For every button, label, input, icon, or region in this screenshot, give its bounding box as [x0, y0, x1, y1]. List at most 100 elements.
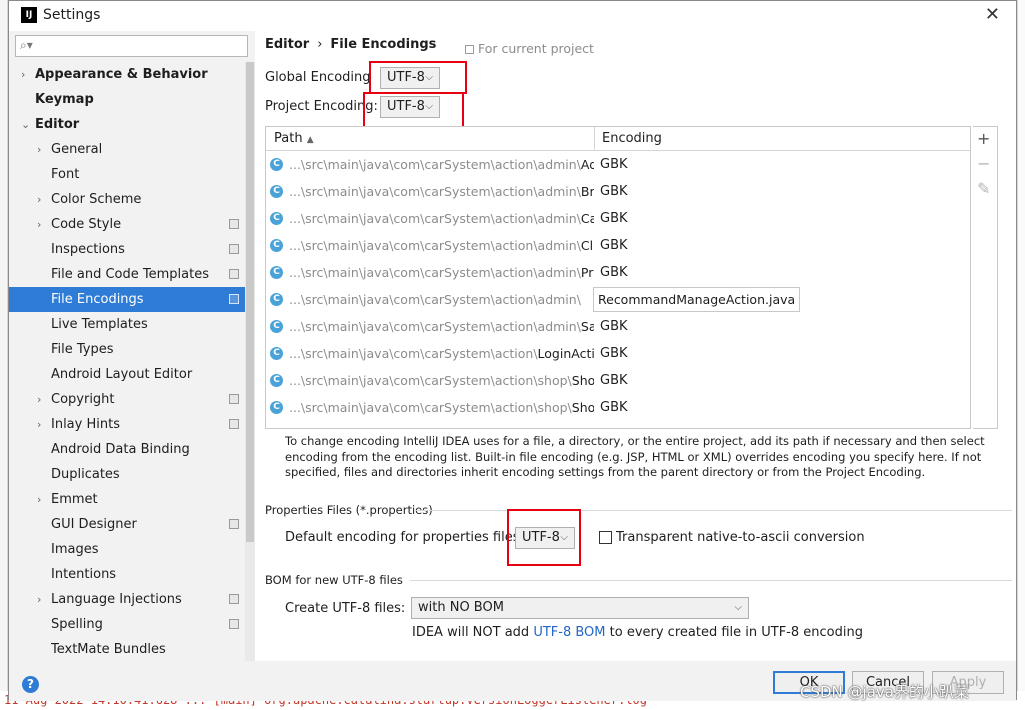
encoding-cell[interactable]: GBK [600, 205, 628, 232]
file-path-cell[interactable]: ...\src\main\java\com\carSystem\action\L… [289, 340, 594, 367]
sidebar-item-label: Font [51, 167, 80, 182]
edit-icon[interactable]: ✎ [977, 179, 990, 198]
chevron-right-icon[interactable]: › [37, 137, 49, 162]
sidebar-item-label: General [51, 142, 103, 157]
sidebar-item[interactable]: › Copyright [9, 387, 245, 412]
sidebar-item[interactable]: › General [9, 137, 245, 162]
sidebar-item-label: Android Data Binding [51, 442, 190, 457]
table-row[interactable]: C ...\src\main\java\com\carSystem\action\… [266, 259, 961, 286]
chevron-right-icon[interactable]: › [21, 62, 33, 87]
table-row[interactable]: C ...\src\main\java\com\carSystem\action\… [266, 232, 961, 259]
native-to-ascii-checkbox[interactable] [599, 531, 612, 544]
file-path-cell[interactable]: ...\src\main\java\com\carSystem\action\a… [289, 313, 594, 340]
project-encoding-label: Project Encoding: [265, 99, 378, 114]
help-icon[interactable]: ? [22, 676, 39, 693]
encoding-cell[interactable]: GBK [600, 178, 628, 205]
encoding-cell[interactable]: GBK [600, 367, 628, 394]
sidebar-item[interactable]: Images [9, 537, 245, 562]
sidebar-scrollbar[interactable] [245, 62, 255, 661]
file-path-cell[interactable]: ...\src\main\java\com\carSystem\action\a… [289, 151, 594, 178]
table-row[interactable]: C ...\src\main\java\com\carSystem\action\… [266, 394, 961, 421]
bom-option-combo[interactable]: with NO BOM ⌵ [411, 597, 749, 619]
bom-note-before: IDEA will NOT add [412, 625, 534, 640]
sidebar-item[interactable]: › Appearance & Behavior [9, 62, 245, 87]
table-row[interactable]: C ...\src\main\java\com\carSystem\action\… [266, 313, 961, 340]
path-column-header[interactable]: Path ▲ [274, 127, 314, 151]
table-row[interactable]: C ...\src\main\java\com\carSystem\action\… [266, 340, 961, 367]
file-path-cell[interactable]: ...\src\main\java\com\carSystem\action\a… [289, 178, 594, 205]
file-path-cell[interactable]: ...\src\main\java\com\carSystem\action\a… [289, 286, 594, 313]
breadcrumb-parent[interactable]: Editor [265, 37, 309, 52]
file-path-cell[interactable]: ...\src\main\java\com\carSystem\action\a… [289, 205, 594, 232]
encoding-column-header[interactable]: Encoding [602, 127, 662, 151]
close-icon[interactable]: ✕ [985, 4, 1000, 25]
sidebar-item-label: TextMate Bundles [51, 642, 166, 657]
sidebar-item[interactable]: Inspections [9, 237, 245, 262]
file-directory: ...\src\main\java\com\carSystem\action\a… [289, 238, 581, 253]
sidebar-item[interactable]: › Emmet [9, 487, 245, 512]
sidebar-item[interactable]: ⌄ Editor [9, 112, 245, 137]
sidebar-item[interactable]: File Types [9, 337, 245, 362]
encoding-cell[interactable]: GBK [600, 313, 628, 340]
encoding-cell[interactable]: GBK [600, 394, 628, 421]
chevron-right-icon[interactable]: › [37, 487, 49, 512]
titlebar: IJ Settings ✕ [9, 1, 1016, 31]
file-path-cell[interactable]: ...\src\main\java\com\carSystem\action\s… [289, 367, 594, 394]
search-input[interactable]: ⌕▾ [15, 35, 248, 57]
project-scope-icon [229, 594, 239, 604]
intellij-logo-icon: IJ [21, 7, 37, 23]
encoding-cell[interactable]: GBK [600, 340, 628, 367]
java-class-icon: C [270, 239, 283, 252]
settings-tree: › Appearance & Behavior Keymap ⌄ Editor › Gene… [9, 62, 245, 662]
sidebar-item[interactable]: GUI Designer [9, 512, 245, 537]
project-scope-icon [229, 269, 239, 279]
sidebar-item[interactable]: Live Templates [9, 312, 245, 337]
sidebar-item[interactable]: Duplicates [9, 462, 245, 487]
sidebar-item[interactable]: TextMate Bundles [9, 637, 245, 662]
table-row[interactable]: C ...\src\main\java\com\carSystem\action\… [266, 286, 961, 313]
sidebar-item[interactable]: › Inlay Hints [9, 412, 245, 437]
sidebar-scrollbar-thumb[interactable] [246, 62, 254, 542]
chevron-right-icon[interactable]: › [37, 187, 49, 212]
breadcrumb: Editor › File Encodings [265, 37, 436, 52]
sidebar-item[interactable]: File and Code Templates [9, 262, 245, 287]
sidebar-item[interactable]: File Encodings [9, 287, 245, 312]
file-path-cell[interactable]: ...\src\main\java\com\carSystem\action\a… [289, 259, 594, 286]
sidebar-item[interactable]: › Language Injections [9, 587, 245, 612]
remove-icon[interactable]: − [977, 154, 990, 173]
java-class-icon: C [270, 158, 283, 171]
table-row[interactable]: C ...\src\main\java\com\carSystem\action\… [266, 151, 961, 178]
table-row[interactable]: C ...\src\main\java\com\carSystem\action\… [266, 178, 961, 205]
sidebar-item[interactable]: Spelling [9, 612, 245, 637]
project-scope-icon [229, 419, 239, 429]
file-path-cell[interactable]: ...\src\main\java\com\carSystem\action\s… [289, 394, 594, 421]
encoding-cell[interactable]: GBK [600, 232, 628, 259]
sidebar-item-label: Code Style [51, 217, 122, 232]
table-row[interactable]: C ...\src\main\java\com\carSystem\action\… [266, 367, 961, 394]
file-name: Admi [580, 157, 594, 172]
chevron-right-icon[interactable]: › [37, 212, 49, 237]
bom-note: IDEA will NOT add UTF-8 BOM to every cre… [412, 625, 863, 640]
sidebar-item[interactable]: Android Data Binding [9, 437, 245, 462]
sidebar-item[interactable]: Android Layout Editor [9, 362, 245, 387]
sidebar-item[interactable]: Intentions [9, 562, 245, 587]
chevron-down-icon[interactable]: ⌄ [21, 112, 33, 137]
encoding-cell[interactable]: GBK [600, 259, 628, 286]
sidebar-item-label: Copyright [51, 392, 115, 407]
sidebar-item[interactable]: Keymap [9, 87, 245, 112]
chevron-right-icon[interactable]: › [37, 412, 49, 437]
utf8-bom-link[interactable]: UTF-8 BOM [533, 625, 605, 640]
sidebar-item[interactable]: › Color Scheme [9, 187, 245, 212]
add-icon[interactable]: + [977, 129, 990, 148]
sidebar-item-label: Live Templates [51, 317, 148, 332]
file-path-cell[interactable]: ...\src\main\java\com\carSystem\action\a… [289, 232, 594, 259]
sidebar-item[interactable]: Font [9, 162, 245, 187]
column-divider[interactable] [594, 127, 595, 151]
chevron-right-icon[interactable]: › [37, 387, 49, 412]
sidebar-item[interactable]: › Code Style [9, 212, 245, 237]
table-toolbar: + − ✎ [973, 126, 998, 429]
chevron-right-icon[interactable]: › [37, 587, 49, 612]
table-row[interactable]: C ...\src\main\java\com\carSystem\action\… [266, 205, 961, 232]
java-class-icon: C [270, 374, 283, 387]
encoding-cell[interactable]: GBK [600, 151, 628, 178]
